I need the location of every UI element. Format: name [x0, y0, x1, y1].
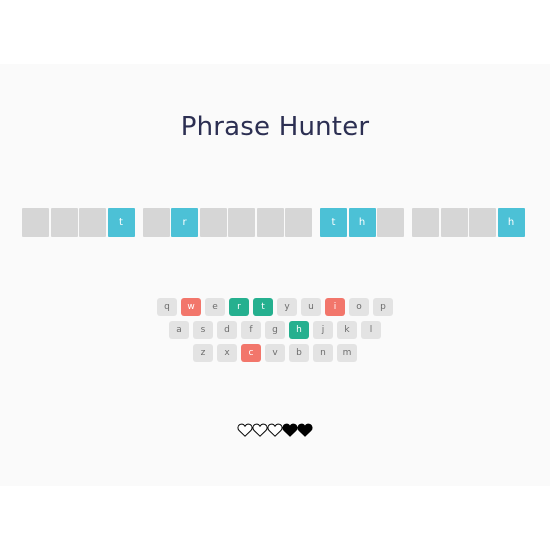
key-y[interactable]: y — [277, 298, 297, 316]
key-r: r — [229, 298, 249, 316]
heart-filled-icon — [297, 423, 313, 437]
key-d[interactable]: d — [217, 321, 237, 339]
phrase-letter-hidden — [22, 208, 49, 237]
key-h: h — [289, 321, 309, 339]
phrase-letter-hidden — [50, 208, 78, 237]
key-b[interactable]: b — [289, 344, 309, 362]
phrase-display: trthh — [22, 208, 526, 237]
phrase-letter-revealed: t — [320, 208, 347, 237]
keyboard-row: zxcvbnm — [0, 344, 550, 362]
key-n[interactable]: n — [313, 344, 333, 362]
key-a[interactable]: a — [169, 321, 189, 339]
page-title: Phrase Hunter — [180, 112, 370, 142]
key-f[interactable]: f — [241, 321, 261, 339]
phrase-letter-hidden — [469, 208, 496, 237]
phrase-letter-hidden — [256, 208, 284, 237]
phrase-space — [136, 208, 141, 237]
key-u[interactable]: u — [301, 298, 321, 316]
key-q[interactable]: q — [157, 298, 177, 316]
phrase-letter-hidden — [412, 208, 439, 237]
heart-filled-icon — [282, 423, 298, 437]
heart-outline-icon — [237, 423, 253, 437]
phrase-space — [406, 208, 411, 237]
key-i: i — [325, 298, 345, 316]
phrase-letter-hidden — [440, 208, 468, 237]
key-m[interactable]: m — [337, 344, 357, 362]
phrase-letter-hidden — [199, 208, 227, 237]
heart-outline-icon — [267, 423, 283, 437]
phrase-letter-hidden — [142, 208, 170, 237]
phrase-letter-revealed: h — [348, 208, 376, 237]
phrase-letter-hidden — [377, 208, 404, 237]
phrase-space — [314, 208, 319, 237]
phrase-letter-revealed: h — [497, 208, 525, 237]
key-w: w — [181, 298, 201, 316]
key-c: c — [241, 344, 261, 362]
key-o[interactable]: o — [349, 298, 369, 316]
phrase-letter-hidden — [79, 208, 106, 237]
key-e[interactable]: e — [205, 298, 225, 316]
phrase-letter-revealed: t — [107, 208, 135, 237]
key-t: t — [253, 298, 273, 316]
heart-outline-icon — [252, 423, 268, 437]
key-k[interactable]: k — [337, 321, 357, 339]
key-x[interactable]: x — [217, 344, 237, 362]
keyboard-row: asdfghjkl — [0, 321, 550, 339]
key-v[interactable]: v — [265, 344, 285, 362]
key-s[interactable]: s — [193, 321, 213, 339]
phrase-letter-hidden — [228, 208, 255, 237]
keyboard-row: qwertyuiop — [0, 298, 550, 316]
key-z[interactable]: z — [193, 344, 213, 362]
on-screen-keyboard: qwertyuiop asdfghjkl zxcvbnm — [0, 298, 550, 367]
key-l[interactable]: l — [361, 321, 381, 339]
phrase-letter-hidden — [285, 208, 312, 237]
phrase-letter-revealed: r — [171, 208, 198, 237]
key-g[interactable]: g — [265, 321, 285, 339]
key-p[interactable]: p — [373, 298, 393, 316]
key-j[interactable]: j — [313, 321, 333, 339]
lives-scoreboard — [0, 422, 550, 438]
